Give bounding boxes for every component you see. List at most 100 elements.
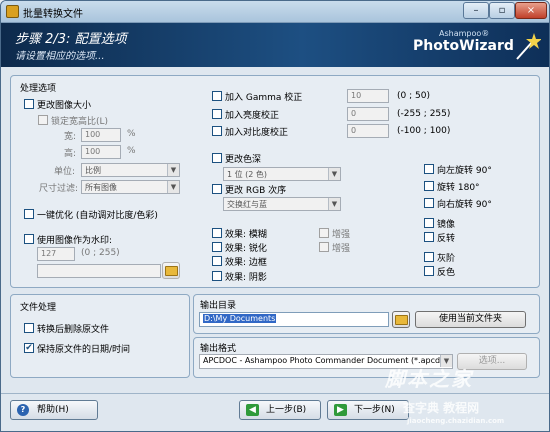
mirror-checkbox[interactable] (424, 218, 434, 228)
brightness-range: (-255 ; 255) (397, 109, 451, 119)
watermark-label: 使用图像作为水印: (37, 236, 113, 246)
chevron-down-icon: ▼ (440, 355, 452, 367)
effect-blur-checkbox[interactable] (212, 228, 222, 238)
output-format-title: 输出格式 (200, 344, 237, 354)
grayscale-label: 灰阶 (437, 254, 456, 264)
help-button[interactable]: ? 帮助(H) (10, 400, 98, 420)
watermark-browse-button[interactable] (162, 262, 180, 279)
keep-ratio-label: 锁定宽高比(L) (51, 117, 109, 127)
effect-sharpen-enhance-label: 增强 (332, 244, 351, 254)
format-options-button[interactable]: 选项... (457, 353, 527, 370)
rgb-order-value: 交换红与蓝 (227, 200, 267, 209)
color-depth-select[interactable]: 1 位 (2 色) ▼ (223, 167, 341, 181)
processing-options-title: 处理选项 (20, 84, 57, 94)
contrast-checkbox[interactable] (212, 126, 222, 136)
next-button-label: 下一步(N) (354, 405, 395, 415)
next-button[interactable]: ▶ 下一步(N) (327, 400, 409, 420)
size-filter-select[interactable]: 所有图像 ▼ (81, 180, 180, 194)
help-icon: ? (17, 404, 29, 416)
brightness-input[interactable]: 0 (347, 107, 389, 121)
width-input[interactable]: 100 (81, 128, 121, 142)
chevron-down-icon: ▼ (328, 168, 340, 180)
brightness-checkbox[interactable] (212, 109, 222, 119)
unit-select-value: 比例 (85, 166, 101, 175)
dialog-window: 批量转换文件 – ▫ × 步骤 2/3: 配置选项 请设置相应的选项... As… (0, 0, 550, 432)
arrow-left-icon: ◀ (246, 404, 259, 416)
resize-checkbox[interactable] (24, 99, 34, 109)
unit-select[interactable]: 比例 ▼ (81, 163, 180, 177)
magic-wand-icon (516, 33, 541, 60)
back-button[interactable]: ◀ 上一步(B) (239, 400, 321, 420)
color-depth-checkbox[interactable] (212, 153, 222, 163)
output-browse-button[interactable] (392, 311, 410, 328)
help-button-label: 帮助(H) (37, 405, 69, 415)
effect-blur-enhance-checkbox[interactable] (319, 228, 329, 238)
brightness-label: 加入亮度校正 (225, 111, 280, 121)
chevron-down-icon: ▼ (328, 198, 340, 210)
keep-date-checkbox[interactable]: ✔ (24, 343, 34, 353)
width-label: 宽: (64, 132, 77, 142)
minimize-button[interactable]: – (463, 2, 489, 19)
rotate-left-label: 向左旋转 90° (437, 166, 492, 176)
size-filter-label: 尺寸过滤: (39, 184, 79, 194)
contrast-range: (-100 ; 100) (397, 126, 451, 136)
back-button-label: 上一步(B) (266, 405, 307, 415)
effect-border-label: 效果: 边框 (225, 258, 267, 268)
rotate-180-label: 旋转 180° (437, 183, 480, 193)
output-directory-input[interactable]: D:\My Documents (199, 312, 389, 327)
effect-shadow-checkbox[interactable] (212, 271, 222, 281)
rotate-180-checkbox[interactable] (424, 181, 434, 191)
effect-shadow-label: 效果: 阴影 (225, 273, 267, 283)
effect-blur-enhance-label: 增强 (332, 230, 351, 240)
brand-logo: PhotoWizard (413, 38, 514, 54)
title-bar: 批量转换文件 – ▫ × (1, 1, 549, 23)
chevron-down-icon: ▼ (167, 164, 179, 176)
watermark-opacity-input[interactable]: 127 (37, 247, 75, 261)
keep-date-label: 保持原文件的日期/时间 (37, 345, 131, 355)
rgb-order-select[interactable]: 交换红与蓝 ▼ (223, 197, 341, 211)
gamma-checkbox[interactable] (212, 91, 222, 101)
rotate-right-label: 向右旋转 90° (437, 200, 492, 210)
watermark-checkbox[interactable] (24, 234, 34, 244)
effect-sharpen-checkbox[interactable] (212, 242, 222, 252)
invert-checkbox[interactable] (424, 266, 434, 276)
effect-blur-label: 效果: 模糊 (225, 230, 267, 240)
rotate-left-checkbox[interactable] (424, 164, 434, 174)
width-unit: % (127, 129, 136, 139)
rotate-right-checkbox[interactable] (424, 198, 434, 208)
auto-optimize-checkbox[interactable] (24, 209, 34, 219)
step-subtitle: 请设置相应的选项... (15, 51, 105, 62)
unit-label: 单位: (54, 167, 76, 177)
height-input[interactable]: 100 (81, 145, 121, 159)
watermark-range-label: (0 ; 255) (81, 248, 120, 258)
gamma-range: (0 ; 50) (397, 91, 430, 101)
use-current-folder-button[interactable]: 使用当前文件夹 (415, 311, 526, 328)
rgb-order-checkbox[interactable] (212, 184, 222, 194)
height-unit: % (127, 146, 136, 156)
file-handling-panel: 文件处理 (10, 294, 190, 378)
output-format-select[interactable]: APCDOC - Ashampoo Photo Commander Docume… (199, 354, 453, 369)
delete-original-label: 转换后删除原文件 (37, 325, 110, 335)
output-directory-value: D:\My Documents (203, 314, 277, 323)
effect-border-checkbox[interactable] (212, 256, 222, 266)
flip-checkbox[interactable] (424, 232, 434, 242)
wizard-header: 步骤 2/3: 配置选项 请设置相应的选项... Ashampoo® Photo… (1, 23, 549, 67)
invert-label: 反色 (437, 268, 456, 278)
watermark-file-input[interactable] (37, 264, 161, 278)
effect-sharpen-label: 效果: 锐化 (225, 244, 267, 254)
keep-ratio-checkbox[interactable] (38, 115, 48, 125)
gamma-input[interactable]: 10 (347, 89, 389, 103)
contrast-input[interactable]: 0 (347, 124, 389, 138)
effect-sharpen-enhance-checkbox[interactable] (319, 242, 329, 252)
contrast-label: 加入对比度校正 (225, 128, 289, 138)
size-filter-value: 所有图像 (85, 183, 117, 192)
close-button[interactable]: × (515, 2, 547, 19)
auto-optimize-label: 一键优化 (自动调对比度/色彩) (37, 211, 158, 221)
resize-label: 更改图像大小 (37, 101, 92, 111)
delete-original-checkbox[interactable] (24, 323, 34, 333)
grayscale-checkbox[interactable] (424, 252, 434, 262)
maximize-button[interactable]: ▫ (489, 2, 515, 19)
wizard-footer: ? 帮助(H) ◀ 上一步(B) ▶ 下一步(N) (1, 393, 549, 431)
brand-company: Ashampoo® (439, 29, 490, 38)
app-icon (6, 5, 19, 18)
